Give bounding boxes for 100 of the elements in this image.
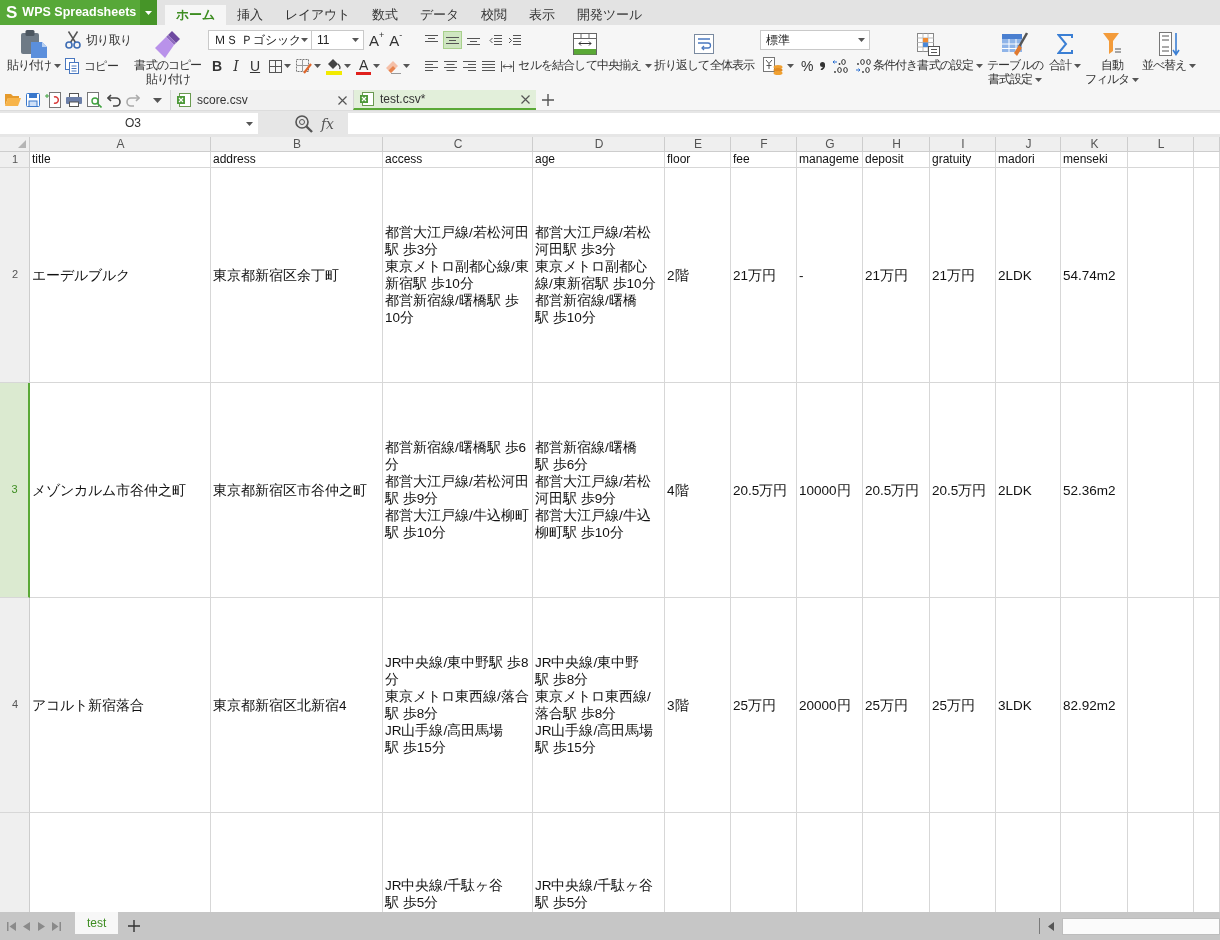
row-header[interactable]: 4 (0, 598, 30, 813)
percent-button[interactable]: % (801, 59, 814, 73)
cell-value: 4階 (667, 481, 689, 499)
decrease-decimal-icon[interactable] (855, 59, 872, 73)
vertical-align-button[interactable] (443, 31, 462, 49)
ribbon-tab[interactable]: 数式 (361, 5, 409, 25)
distributed-icon[interactable] (501, 60, 514, 72)
undo-icon[interactable] (107, 93, 121, 107)
wrap-text-button[interactable]: 折り返して全体表示 (653, 25, 755, 90)
align-center-icon[interactable] (444, 60, 457, 72)
copy-button[interactable]: コピー (62, 57, 119, 75)
cell-value: JR中央線/東中野駅 歩8分 (535, 654, 641, 688)
caret-icon[interactable] (403, 64, 411, 68)
search-icon[interactable] (294, 114, 313, 133)
increase-indent-icon[interactable] (508, 34, 521, 46)
ribbon-tab[interactable]: 開発ツール (566, 5, 653, 25)
increase-decimal-icon[interactable] (832, 59, 849, 73)
caret-icon[interactable] (344, 64, 351, 68)
shrink-font-button[interactable]: A$^{-}$ (389, 32, 403, 48)
grow-font-button[interactable]: A$^{+}$ (369, 32, 385, 48)
cell-value: manageme (799, 152, 860, 167)
save-icon[interactable] (26, 93, 40, 107)
number-format-dropdown[interactable]: 標準 (760, 30, 870, 50)
format-painter-button[interactable]: 書式のコピー 貼り付け (134, 25, 202, 90)
cell-value: JR中央線/千駄ヶ谷駅 歩5分 (385, 877, 505, 911)
sum-button[interactable]: 合計 (1048, 25, 1082, 90)
export-document-icon[interactable] (45, 92, 61, 108)
column-header[interactable]: L (1128, 137, 1194, 152)
font-color-button[interactable]: A (356, 57, 372, 75)
grid-pencil-icon[interactable] (296, 58, 312, 74)
plus-icon[interactable] (542, 94, 554, 106)
table-format-button[interactable]: テーブルの 書式設定 (987, 25, 1043, 90)
cell-value: 都営大江戸線/若松河田駅 歩3分 (535, 224, 652, 258)
empty-cell (1194, 152, 1220, 168)
italic-button[interactable]: I (227, 58, 245, 74)
close-icon[interactable] (521, 94, 530, 104)
column-header[interactable]: A (30, 137, 211, 152)
ribbon-tab[interactable]: ホーム (165, 5, 226, 25)
close-icon[interactable] (338, 95, 347, 105)
borders-icon[interactable] (269, 59, 282, 73)
caret-icon[interactable] (153, 97, 162, 103)
decrease-indent-icon[interactable] (489, 34, 502, 46)
column-header[interactable]: E (665, 137, 731, 152)
column-header[interactable]: C (383, 137, 533, 152)
column-header[interactable]: H (863, 137, 930, 152)
cell-value: 10000円 (799, 481, 851, 499)
cell-value: age (535, 152, 556, 167)
print-icon[interactable] (66, 93, 82, 107)
column-header[interactable]: J (996, 137, 1061, 152)
underline-button[interactable]: U (246, 58, 264, 74)
print-preview-icon[interactable] (87, 92, 102, 108)
column-header[interactable]: G (797, 137, 863, 152)
cell-value: deposit (865, 152, 904, 167)
font-size-dropdown[interactable]: 11 (312, 30, 364, 50)
conditional-format-button[interactable]: 条件付き書式の設定 (872, 25, 984, 90)
name-box[interactable]: O3 (0, 113, 258, 134)
column-header[interactable]: I (930, 137, 996, 152)
column-header[interactable]: K (1061, 137, 1128, 152)
align-right-icon[interactable] (463, 60, 476, 72)
ribbon-tab[interactable]: 挿入 (226, 5, 274, 25)
document-tab[interactable]: test.csv* (353, 90, 536, 110)
align-left-icon[interactable] (425, 60, 438, 72)
horizontal-scrollbar[interactable] (1062, 917, 1220, 935)
sheet-tab[interactable]: test (75, 912, 119, 934)
ribbon-tab[interactable]: 表示 (518, 5, 566, 25)
formula-input[interactable] (348, 113, 1220, 134)
caret-icon[interactable] (314, 64, 321, 68)
document-tab[interactable]: score.csv (170, 90, 353, 110)
ribbon-tab[interactable]: データ (409, 5, 470, 25)
brush-icon (155, 30, 181, 58)
row-header[interactable]: 1 (0, 152, 30, 168)
cut-button[interactable]: 切り取り (62, 31, 132, 49)
font-name-dropdown[interactable]: ＭＳ Ｐゴシック (208, 30, 312, 50)
row-header[interactable]: 2 (0, 168, 30, 383)
cell-value: JR中央線/東中野駅 歩8分 (385, 654, 530, 688)
ribbon-tab[interactable]: 校閲 (470, 5, 518, 25)
sort-button[interactable]: 並べ替え (1141, 25, 1197, 90)
caret-icon[interactable] (284, 64, 291, 68)
cell-value: 54.74m2 (1063, 266, 1116, 284)
ribbon-tab[interactable]: レイアウト (274, 5, 361, 25)
caret-icon (1035, 77, 1043, 82)
coins-icon[interactable] (763, 57, 783, 75)
triangle-icon (18, 140, 26, 148)
caret-icon[interactable] (787, 64, 794, 68)
column-header[interactable]: B (211, 137, 383, 152)
scroll-left-icon[interactable] (1048, 921, 1054, 931)
justify-icon[interactable] (482, 60, 495, 72)
insert-function-button[interactable]: fx (320, 116, 334, 131)
comma-style-icon[interactable] (820, 62, 826, 70)
cell-value: 都営大江戸線/若松河田駅 歩9分 (535, 473, 652, 507)
column-header[interactable]: F (731, 137, 797, 152)
filter-button[interactable]: 自動 フィルタ (1084, 25, 1140, 90)
paste-button[interactable]: 貼り付け (6, 25, 62, 90)
paint-bucket-icon[interactable] (326, 57, 342, 75)
merge-center-button[interactable]: セルを結合して中央揃え (518, 25, 652, 90)
caret-icon[interactable] (373, 64, 381, 68)
column-header[interactable]: D (533, 137, 665, 152)
plus-icon[interactable] (128, 920, 141, 932)
bold-button[interactable]: B (208, 58, 226, 74)
cell-value: menseki (1063, 152, 1108, 167)
